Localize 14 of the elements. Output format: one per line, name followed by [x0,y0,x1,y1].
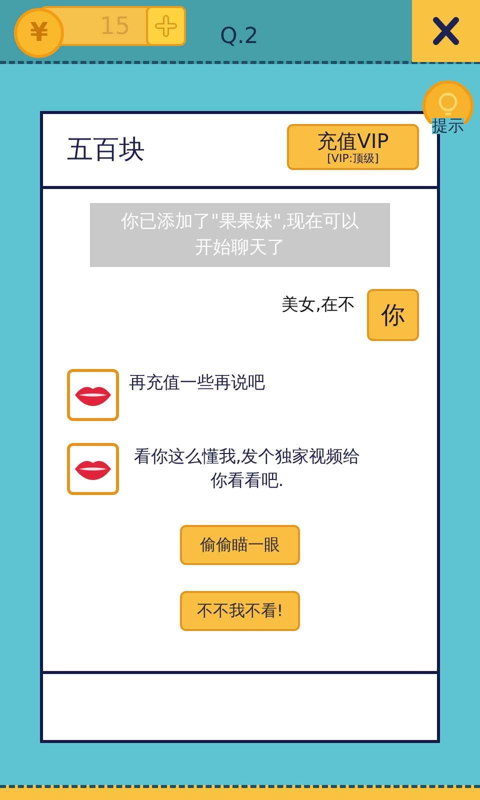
user-avatar: 你 [367,289,419,341]
chat-title: 五百块 [67,134,145,166]
plus-icon [155,15,177,37]
sent-message: 美女,在不 [282,294,355,317]
close-button[interactable] [412,0,480,62]
question-number: Q.2 [220,23,258,51]
yen-coin: ¥ [14,8,64,58]
received-message: 看你这么懂我,发个独家视频给你看看吧. [132,446,362,493]
hint-button[interactable]: 提示 [420,80,476,134]
received-message: 再充值一些再说吧 [129,372,265,395]
close-icon [433,17,459,45]
reply-option-button[interactable]: 不不我不看! [180,591,300,631]
reply-option-button[interactable]: 偷偷瞄一眼 [180,525,300,565]
recharge-vip-button[interactable]: 充值VIP [VIP:顶级] [287,124,419,170]
